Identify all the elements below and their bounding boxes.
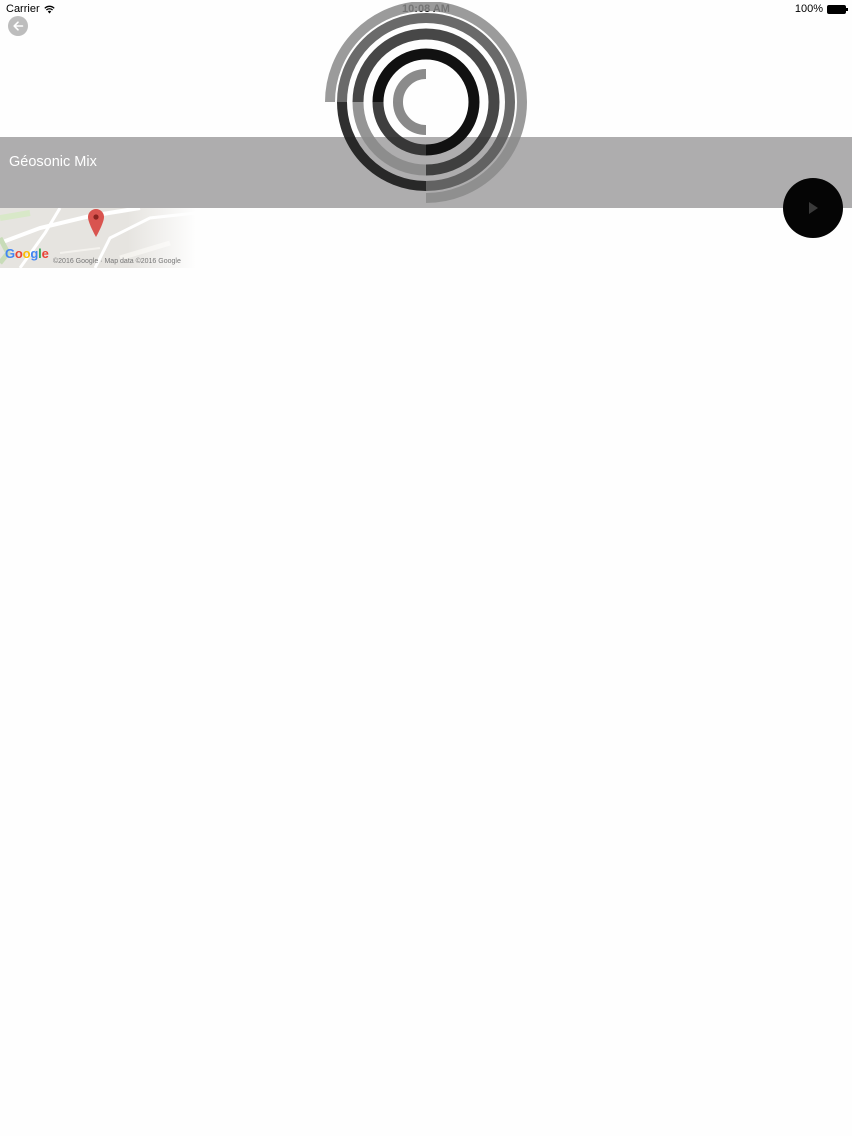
battery-group: 100%	[794, 3, 848, 15]
map-copyright: ©2016 Google · Map data ©2016 Google	[53, 258, 181, 265]
back-button[interactable]	[8, 16, 28, 36]
map-thumbnail[interactable]: Google ©2016 Google · Map data ©2016 Goo…	[0, 208, 196, 268]
battery-percent: 100%	[794, 3, 823, 15]
geosonic-logo	[325, 2, 527, 203]
back-arrow-icon	[13, 21, 24, 31]
google-logo: Google	[5, 246, 49, 261]
play-button[interactable]	[783, 178, 843, 238]
track-title: Géosonic Mix	[9, 154, 97, 170]
battery-icon	[827, 4, 848, 14]
screen: Carrier 10:08 AM 100% Géosonic Mix Googl…	[0, 0, 852, 1136]
play-icon	[809, 202, 818, 214]
